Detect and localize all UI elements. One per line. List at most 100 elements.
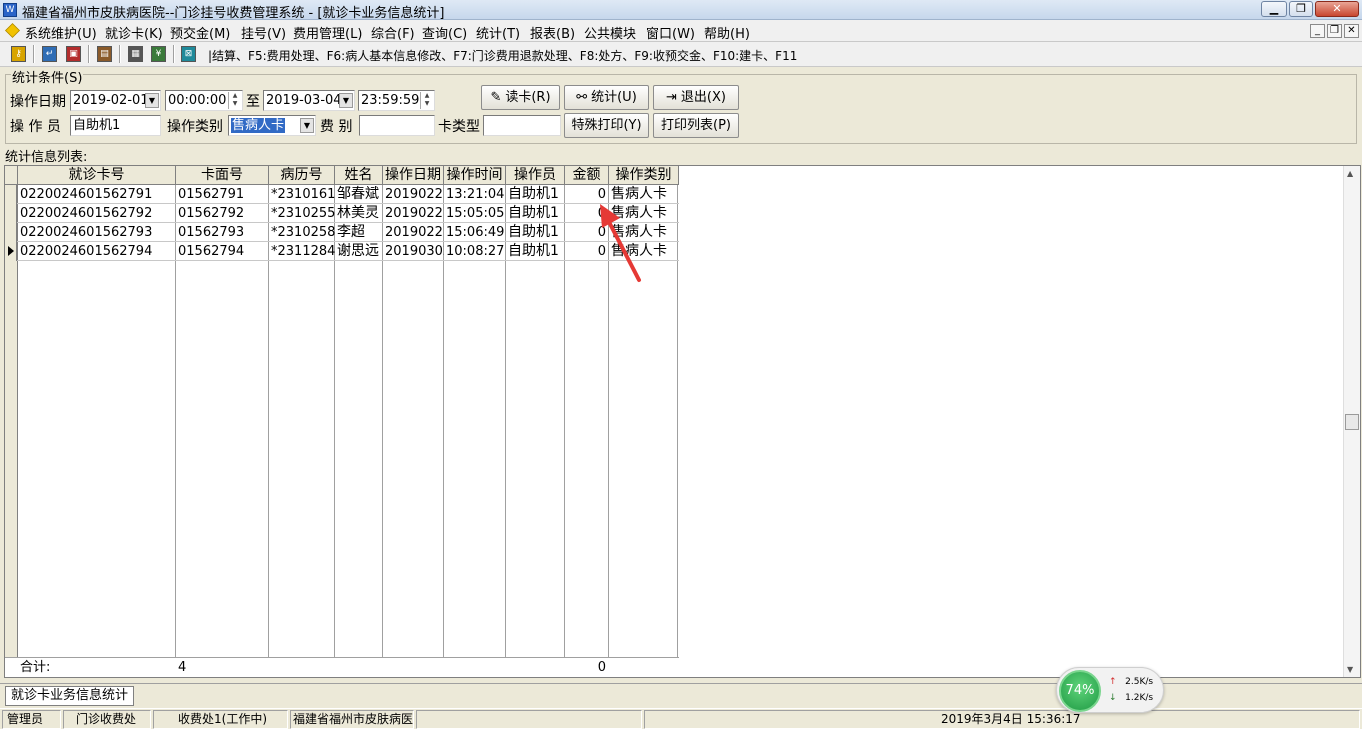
total-label: 合计:	[20, 660, 51, 675]
row-header[interactable]	[5, 185, 17, 204]
start-date-picker[interactable]: 2019-02-01 ▼	[70, 90, 161, 111]
card-type-field[interactable]	[483, 115, 561, 136]
col-header-op-type[interactable]: 操作类别	[609, 166, 679, 185]
status-station: 收费处1(工作中)	[153, 710, 288, 729]
table-row[interactable]: 0220024601562794 01562794 *2311284 谢思远 2…	[5, 242, 679, 261]
exit-button[interactable]: ⇥ 退出(X)	[653, 85, 739, 110]
toolbar-separator	[119, 45, 121, 63]
menu-general[interactable]: 综合(F)	[371, 23, 415, 42]
chevron-down-icon[interactable]: ▼	[339, 93, 353, 108]
tab-card-stats[interactable]: 就诊卡业务信息统计	[5, 686, 135, 706]
grid-body: 就诊卡号 卡面号 病历号 姓名 操作日期 操作时间 操作员 金额 操作类别 02…	[5, 166, 679, 677]
cell-op-time: 15:05:05	[446, 206, 505, 221]
print-list-button[interactable]: 打印列表(P)	[653, 113, 739, 138]
operator-label: 操 作 员	[10, 119, 61, 135]
status-hospital: 福建省福州市皮肤病医院	[290, 710, 414, 729]
menu-fee[interactable]: 费用管理(L)	[293, 23, 362, 42]
stats-grid[interactable]: 就诊卡号 卡面号 病历号 姓名 操作日期 操作时间 操作员 金额 操作类别 02…	[4, 165, 1361, 678]
cell-op-time: 13:21:04	[446, 187, 505, 202]
op-type-select[interactable]: 售病人卡 ▼	[228, 115, 316, 136]
mdi-close-button[interactable]: ✕	[1344, 24, 1359, 38]
start-time-field[interactable]: 00:00:00 ▲ ▼	[165, 90, 243, 111]
mdi-restore-button[interactable]: ❐	[1327, 24, 1342, 38]
status-empty	[416, 710, 642, 729]
menu-report[interactable]: 报表(B)	[530, 23, 575, 42]
chevron-down-icon[interactable]: ▼	[145, 93, 159, 108]
menu-query[interactable]: 查询(C)	[422, 23, 467, 42]
status-user: 管理员	[2, 710, 61, 729]
col-header-face-no[interactable]: 卡面号	[176, 166, 269, 185]
status-datetime: 2019年3月4日 15:36:17	[644, 710, 1360, 729]
calculator-icon[interactable]: ▦	[128, 46, 143, 62]
toolbar: ⚷ ↵ ▣ ▤ ▦ ¥ ⊠ |结算、F5:费用处理、F6:病人基本信息修改、F7…	[0, 42, 1362, 67]
fee-field[interactable]	[359, 115, 435, 136]
stats-button[interactable]: ⚯ 统计(U)	[564, 85, 649, 110]
scroll-down-icon[interactable]: ▼	[1347, 665, 1353, 674]
table-row[interactable]: 0220024601562791 01562791 *2310161 邹春斌 2…	[5, 185, 679, 204]
menu-card[interactable]: 就诊卡(K)	[105, 23, 163, 42]
exit-icon[interactable]: ⊠	[181, 46, 196, 62]
scroll-up-icon[interactable]: ▲	[1347, 169, 1353, 178]
menu-window[interactable]: 窗口(W)	[646, 23, 695, 42]
col-header-amount[interactable]: 金额	[565, 166, 609, 185]
menu-system[interactable]: 系统维护(U)	[25, 23, 97, 42]
read-card-button[interactable]: ✎ 读卡(R)	[481, 85, 560, 110]
mdi-minimize-button[interactable]: _	[1310, 24, 1325, 38]
table-row[interactable]: 0220024601562793 01562793 *2310258 李超 20…	[5, 223, 679, 242]
fee-label: 费 别	[320, 119, 353, 135]
row-header[interactable]	[5, 204, 17, 223]
cell-card-no: 0220024601562793	[20, 225, 153, 240]
status-bar: 管理员 门诊收费处 收费处1(工作中) 福建省福州市皮肤病医院 2019年3月4…	[0, 708, 1362, 729]
menu-stats[interactable]: 统计(T)	[476, 23, 520, 42]
close-button[interactable]: ✕	[1315, 1, 1359, 17]
table-row[interactable]: 0220024601562792 01562792 *2310255 林美灵 2…	[5, 204, 679, 223]
operator-value: 自助机1	[73, 118, 121, 133]
cashier-icon[interactable]: ¥	[151, 46, 166, 62]
col-header-op-date[interactable]: 操作日期	[383, 166, 444, 185]
upload-speed-value: 2.5K/s	[1125, 677, 1154, 687]
cell-operator: 自助机1	[508, 243, 559, 259]
cell-name: 林美灵	[337, 205, 379, 221]
arrow-up-icon: ↑	[1109, 677, 1117, 687]
download-speed: ↓ 1.2K/s	[1109, 693, 1153, 703]
end-time-field[interactable]: 23:59:59 ▲ ▼	[358, 90, 435, 111]
chevron-down-icon[interactable]: ▼	[300, 118, 314, 133]
grid-header: 就诊卡号 卡面号 病历号 姓名 操作日期 操作时间 操作员 金额 操作类别	[5, 166, 679, 185]
spin-updown-icon[interactable]: ▲ ▼	[228, 92, 241, 109]
stats-label: 统计(U)	[591, 90, 637, 105]
row-header-current[interactable]	[5, 242, 17, 261]
maximize-button[interactable]: ❐	[1289, 1, 1313, 17]
col-header-name[interactable]: 姓名	[335, 166, 383, 185]
menu-public[interactable]: 公共模块	[584, 23, 636, 42]
minimize-button[interactable]: ▁	[1261, 1, 1287, 17]
menu-deposit[interactable]: 预交金(M)	[170, 23, 230, 42]
col-header-record-no[interactable]: 病历号	[269, 166, 335, 185]
row-header[interactable]	[5, 223, 17, 242]
book-icon[interactable]: ▤	[97, 46, 112, 62]
operator-field[interactable]: 自助机1	[70, 115, 161, 136]
toolbar-separator	[33, 45, 35, 63]
network-speed-widget[interactable]: 74% ↑ 2.5K/s ↓ 1.2K/s	[1056, 667, 1164, 713]
special-print-button[interactable]: 特殊打印(Y)	[564, 113, 649, 138]
annotation-arrow-icon	[600, 204, 641, 282]
cell-card-no: 0220024601562794	[20, 244, 153, 259]
key-icon[interactable]: ⚷	[11, 46, 26, 62]
cell-record-no: *2310255	[271, 206, 335, 221]
col-header-card-no[interactable]: 就诊卡号	[18, 166, 176, 185]
card-icon[interactable]: ▣	[66, 46, 81, 62]
exit-label: 退出(X)	[680, 90, 726, 105]
scroll-thumb[interactable]	[1345, 414, 1359, 430]
total-row: 合计: 4 0	[5, 657, 679, 677]
cell-op-date: 20190227	[385, 206, 444, 221]
col-header-op-time[interactable]: 操作时间	[444, 166, 506, 185]
menu-help[interactable]: 帮助(H)	[704, 23, 750, 42]
cell-card-no: 0220024601562792	[20, 206, 153, 221]
col-header-operator[interactable]: 操作员	[506, 166, 565, 185]
cell-operator: 自助机1	[508, 205, 559, 221]
end-date-picker[interactable]: 2019-03-04 ▼	[263, 90, 355, 111]
login-icon[interactable]: ↵	[42, 46, 57, 62]
spin-updown-icon[interactable]: ▲ ▼	[420, 92, 433, 109]
start-time-value: 00:00:00	[168, 93, 227, 108]
menu-register[interactable]: 挂号(V)	[241, 23, 286, 42]
vertical-scrollbar[interactable]: ▲ ▼	[1343, 166, 1360, 677]
